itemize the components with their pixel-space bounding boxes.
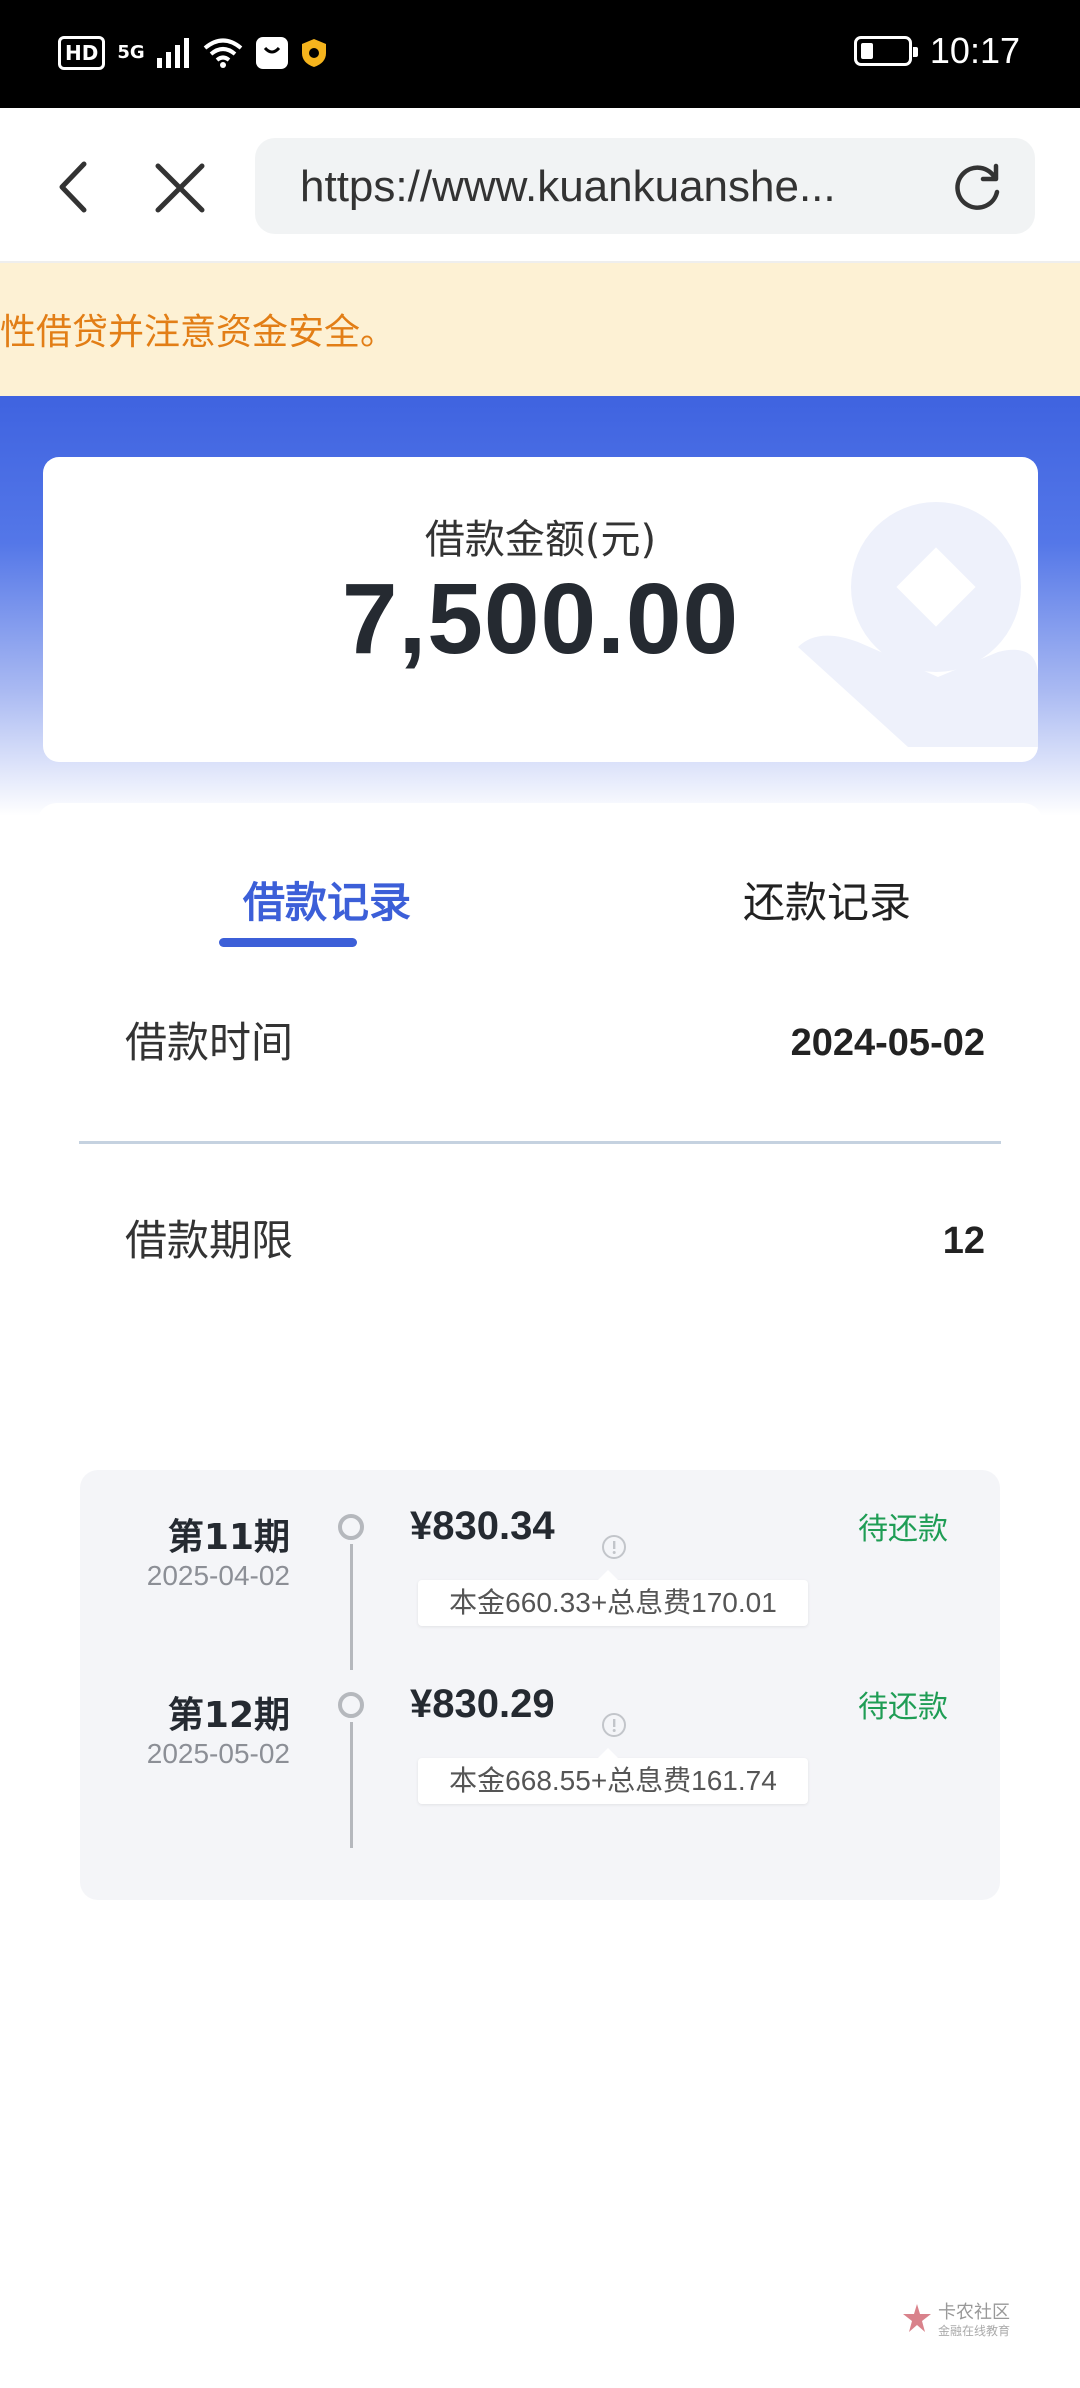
- loan-amount-card: 借款金额(元) 7,500.00: [43, 457, 1038, 762]
- timeline-dot: [338, 1514, 364, 1540]
- loan-time-label: 借款时间: [125, 1018, 294, 1067]
- loan-term-row: 借款期限 12: [125, 1211, 985, 1271]
- close-icon[interactable]: [150, 158, 210, 218]
- loan-term-value: 12: [942, 1220, 985, 1262]
- watermark-logo-icon: [903, 2304, 931, 2332]
- installment-status: 待还款: [858, 1512, 948, 1547]
- network-type: 5G: [117, 42, 145, 63]
- notice-text: 性借贷并注意资金安全。: [0, 312, 397, 353]
- tab-borrow-record[interactable]: 借款记录: [207, 873, 447, 933]
- signal-icon: [156, 38, 189, 68]
- wifi-icon: [203, 38, 242, 68]
- shopping-bag-icon: [255, 37, 288, 69]
- info-icon[interactable]: [601, 1534, 627, 1560]
- divider: [79, 1141, 1001, 1144]
- status-bar: HD 5G 10:17: [0, 0, 1080, 108]
- url-text[interactable]: https://www.kuankuanshe...: [300, 160, 880, 214]
- timeline-line: [350, 1722, 353, 1848]
- loan-time-row: 借款时间 2024-05-02: [125, 1013, 985, 1073]
- active-tab-indicator: [219, 938, 357, 947]
- back-arrow-icon[interactable]: [50, 152, 100, 222]
- timeline-dot: [338, 1692, 364, 1718]
- installment-date: 2025-05-02: [146, 1738, 290, 1769]
- info-icon[interactable]: [601, 1712, 627, 1738]
- watermark-subtitle: 金融在线教育: [938, 2324, 1011, 2338]
- clock: 10:17: [929, 30, 1020, 71]
- loan-amount-label: 借款金额(元): [424, 517, 657, 563]
- battery-icon: [853, 36, 918, 66]
- installment-period: 第12期: [167, 1695, 290, 1736]
- browser-toolbar: https://www.kuankuanshe...: [0, 108, 1080, 263]
- loan-term-label: 借款期限: [125, 1216, 294, 1265]
- status-icons-right: 10:17: [853, 30, 1020, 72]
- hd-badge: HD: [58, 36, 106, 70]
- shield-app-icon: [301, 39, 326, 67]
- installment-status: 待还款: [858, 1690, 948, 1725]
- installment-item: 第11期 2025-04-02 ¥830.34 待还款 本金660.33+总息费…: [80, 1500, 1000, 1670]
- watermark: 卡农社区 金融在线教育: [900, 2298, 1040, 2344]
- timeline-line: [350, 1544, 353, 1670]
- installment-period: 第11期: [167, 1517, 290, 1558]
- repayment-schedule-card: 第11期 2025-04-02 ¥830.34 待还款 本金660.33+总息费…: [37, 1393, 1043, 1948]
- loan-amount-value: 7,500.00: [341, 563, 740, 675]
- loan-record-card: 借款记录 还款记录 借款时间 2024-05-02 借款期限 12: [37, 803, 1043, 1341]
- installment-amount: ¥830.34: [410, 1504, 555, 1548]
- reload-icon[interactable]: [949, 160, 1005, 216]
- status-icons-left: HD 5G: [58, 36, 327, 70]
- installment-date: 2025-04-02: [146, 1560, 290, 1591]
- watermark-title: 卡农社区: [938, 2302, 1010, 2323]
- tab-repay-record[interactable]: 还款记录: [707, 873, 947, 933]
- loan-time-value: 2024-05-02: [790, 1022, 985, 1064]
- address-bar[interactable]: https://www.kuankuanshe...: [255, 138, 1035, 234]
- installment-detail-tooltip: 本金668.55+总息费161.74: [418, 1748, 808, 1804]
- schedule-list: 第11期 2025-04-02 ¥830.34 待还款 本金660.33+总息费…: [80, 1470, 1000, 1900]
- installment-item: 第12期 2025-05-02 ¥830.29 待还款 本金668.55+总息费…: [80, 1678, 1000, 1848]
- installment-detail-tooltip: 本金660.33+总息费170.01: [418, 1570, 808, 1626]
- installment-amount: ¥830.29: [410, 1682, 555, 1726]
- notice-banner: 性借贷并注意资金安全。: [0, 263, 1080, 396]
